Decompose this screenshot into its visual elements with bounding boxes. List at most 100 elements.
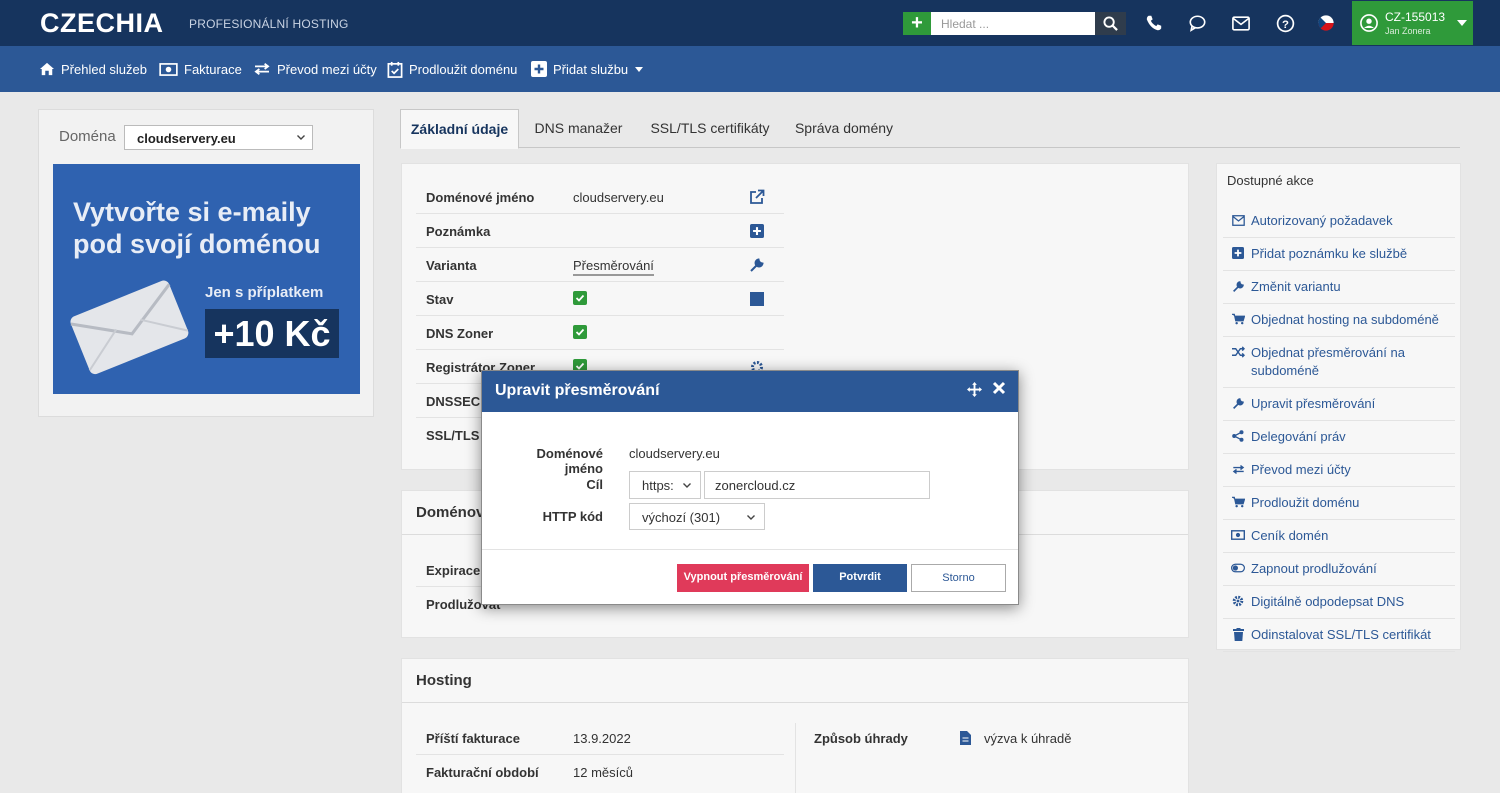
info-label: SSL/TLS — [426, 428, 480, 443]
move-icon[interactable] — [967, 382, 982, 397]
help-icon[interactable]: ? — [1275, 13, 1295, 33]
http-code-select[interactable]: výchozí (301) — [629, 503, 765, 530]
nav-item-add-service[interactable]: Přidat službu — [531, 46, 644, 92]
logo[interactable]: CZECHIA — [40, 8, 164, 39]
stop-icon[interactable] — [748, 290, 766, 308]
protocol-value: https: — [642, 478, 674, 493]
action-label: Digitálně odpodepsat DNS — [1251, 594, 1405, 609]
info-row-domain: Doménové jméno cloudservery.eu — [416, 180, 784, 214]
wrench-icon[interactable] — [748, 256, 766, 274]
close-icon[interactable] — [992, 381, 1006, 395]
action-label: Objednat hosting na subdoméně — [1251, 312, 1439, 327]
mail-icon[interactable] — [1231, 13, 1251, 33]
nav-item-label: Převod mezi účty — [277, 61, 377, 77]
chevron-down-icon — [297, 135, 305, 140]
external-link-icon[interactable] — [748, 188, 766, 206]
chat-icon[interactable] — [1187, 13, 1207, 33]
dialog-domain-label: Doménové jméno — [536, 446, 603, 476]
disable-redirect-button[interactable]: Vypnout přesměrování — [677, 564, 809, 592]
action-transfer-accounts[interactable]: Převod mezi účty — [1223, 454, 1455, 487]
plus-square-icon — [531, 61, 547, 77]
hosting-row-next-billing: Příští fakturace 13.9.2022 — [416, 721, 784, 755]
toggle-icon — [1231, 561, 1245, 575]
wrench-icon — [1231, 396, 1245, 410]
wrench-icon — [1231, 279, 1245, 293]
action-uninstall-ssl[interactable]: Odinstalovat SSL/TLS certifikát — [1223, 619, 1455, 652]
info-label: DNS Zoner — [426, 326, 494, 341]
domain-select[interactable]: cloudservery.eu — [124, 125, 313, 150]
dialog-domain-value: cloudservery.eu — [629, 446, 720, 461]
tab-ssl-certificates[interactable]: SSL/TLS certifikáty — [637, 109, 783, 148]
confirm-button[interactable]: Potvrdit — [813, 564, 907, 592]
nav-item-transfer[interactable]: Převod mezi účty — [253, 46, 377, 92]
action-domain-pricing[interactable]: Ceník domén — [1223, 520, 1455, 553]
available-actions: Dostupné akce Autorizovaný požadavek Při… — [1216, 163, 1461, 652]
domain-tabs: Základní údaje DNS manažer SSL/TLS certi… — [400, 109, 1460, 149]
action-enable-autorenew[interactable]: Zapnout prodlužování — [1223, 553, 1455, 586]
search-button[interactable] — [1095, 12, 1126, 35]
dialog-http-label: HTTP kód — [542, 509, 603, 524]
dialog-separator — [482, 549, 1018, 550]
edit-redirect-dialog: Upravit přesměrování Doménové jméno clou… — [481, 370, 1019, 605]
info-label: Fakturační období — [426, 765, 539, 780]
trash-icon — [1231, 627, 1245, 641]
action-renew-domain[interactable]: Prodloužit doménu — [1223, 487, 1455, 520]
action-delegate-rights[interactable]: Delegování práv — [1223, 421, 1455, 454]
nav-item-billing[interactable]: Fakturace — [159, 46, 242, 92]
tab-domain-management[interactable]: Správa domény — [783, 109, 905, 148]
column-divider — [795, 723, 796, 793]
envelope-illustration-icon — [70, 280, 189, 375]
czech-flag-icon[interactable] — [1316, 13, 1336, 33]
tab-dns-manager[interactable]: DNS manažer — [520, 109, 637, 148]
action-sign-dns[interactable]: Digitálně odpodepsat DNS — [1223, 586, 1455, 619]
action-label: Odinstalovat SSL/TLS certifikát — [1251, 627, 1431, 642]
email-promo-banner[interactable]: Vytvořte si e-maily pod svojí doménou Je… — [53, 164, 360, 394]
plus-square-icon[interactable] — [748, 222, 766, 240]
action-edit-redirect[interactable]: Upravit přesměrování — [1223, 388, 1455, 421]
transfer-icon — [254, 63, 270, 75]
money-icon — [159, 62, 178, 76]
search-icon — [1103, 16, 1118, 31]
nav-item-renew[interactable]: Prodloužit doménu — [387, 46, 517, 92]
action-order-subdomain-redirect[interactable]: Objednat přesměrování na subdoméně — [1223, 337, 1455, 388]
protocol-select[interactable]: https: — [629, 471, 701, 499]
action-label: Autorizovaný požadavek — [1251, 213, 1393, 228]
svg-text:?: ? — [1282, 18, 1289, 30]
action-order-subdomain-hosting[interactable]: Objednat hosting na subdoméně — [1223, 304, 1455, 337]
caret-down-icon — [635, 66, 644, 72]
action-add-note[interactable]: Přidat poznámku ke službě — [1223, 238, 1455, 271]
nav-item-label: Fakturace — [184, 61, 242, 77]
share-icon — [1231, 429, 1245, 443]
action-label: Upravit přesměrování — [1251, 396, 1376, 411]
envelope-icon — [1231, 213, 1245, 227]
search-input[interactable] — [931, 12, 1095, 35]
add-service-button[interactable]: + — [903, 12, 931, 35]
plus-square-icon — [1231, 246, 1245, 260]
tab-basic-info[interactable]: Základní údaje — [400, 109, 519, 149]
phone-icon[interactable] — [1144, 13, 1164, 33]
variant-value[interactable]: Přesměrování — [573, 258, 654, 276]
cart-icon — [1231, 495, 1245, 509]
info-row-status: Stav — [416, 282, 784, 316]
account-menu[interactable]: CZ-155013 Jan Zonera — [1352, 1, 1473, 45]
hosting-row-billing-period: Fakturační období 12 měsíců — [416, 755, 784, 789]
nav-item-services[interactable]: Přehled služeb — [39, 46, 147, 92]
calendar-check-icon — [387, 61, 403, 78]
info-label: Příští fakturace — [426, 731, 520, 746]
info-value: cloudservery.eu — [573, 190, 664, 205]
cancel-button[interactable]: Storno — [911, 564, 1006, 592]
info-label: Poznámka — [426, 224, 491, 239]
domain-select-value: cloudservery.eu — [137, 131, 236, 146]
money-icon — [1231, 528, 1245, 542]
gear-icon — [1231, 594, 1245, 608]
nav-item-label: Prodloužit doménu — [409, 61, 518, 77]
dialog-header[interactable]: Upravit přesměrování — [482, 371, 1018, 412]
target-url-input[interactable]: zonercloud.cz — [704, 471, 930, 499]
action-authorized-request[interactable]: Autorizovaný požadavek — [1223, 205, 1455, 238]
action-change-variant[interactable]: Změnit variantu — [1223, 271, 1455, 304]
user-icon — [1360, 14, 1378, 32]
hosting-card-title: Hosting — [402, 659, 1188, 703]
info-value: 12 měsíců — [573, 765, 633, 780]
action-label: Ceník domén — [1251, 528, 1329, 543]
shuffle-icon — [1231, 345, 1245, 359]
